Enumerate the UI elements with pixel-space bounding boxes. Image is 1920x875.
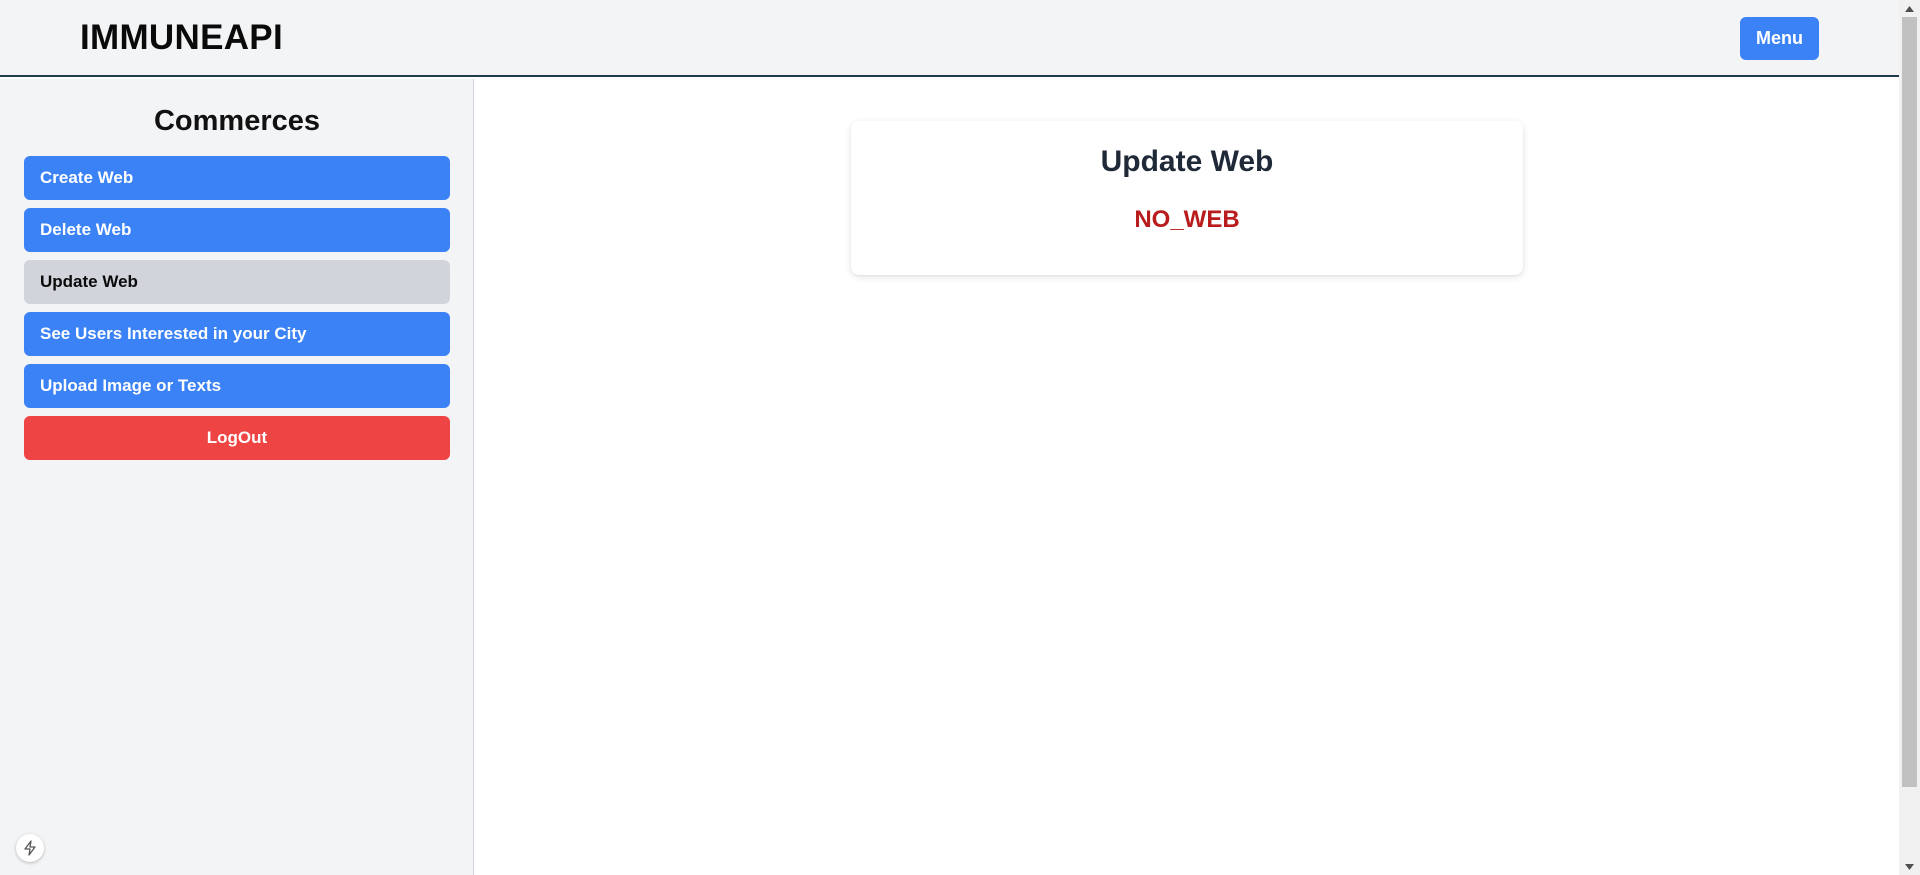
page: IMMUNEAPI Menu Commerces Create Web Dele…	[0, 0, 1920, 875]
vertical-scrollbar[interactable]	[1899, 0, 1920, 875]
delete-web-button[interactable]: Delete Web	[24, 208, 450, 252]
sidebar: Commerces Create Web Delete Web Update W…	[0, 79, 474, 875]
top-navbar: IMMUNEAPI Menu	[0, 0, 1899, 77]
logout-button[interactable]: LogOut	[24, 416, 450, 460]
update-web-card: Update Web NO_WEB	[851, 121, 1523, 275]
update-web-button[interactable]: Update Web	[24, 260, 450, 304]
see-users-interested-button[interactable]: See Users Interested in your City	[24, 312, 450, 356]
error-message: NO_WEB	[1134, 206, 1240, 233]
brand-logo[interactable]: IMMUNEAPI	[80, 18, 283, 58]
sidebar-nav: Create Web Delete Web Update Web See Use…	[24, 156, 450, 468]
create-web-button[interactable]: Create Web	[24, 156, 450, 200]
card-title: Update Web	[1100, 145, 1274, 178]
sidebar-title: Commerces	[153, 105, 321, 137]
scrollbar-thumb[interactable]	[1902, 17, 1917, 787]
lightning-icon[interactable]	[16, 834, 44, 862]
upload-image-or-texts-button[interactable]: Upload Image or Texts	[24, 364, 450, 408]
chevron-down-icon[interactable]	[1899, 858, 1920, 875]
chevron-up-icon[interactable]	[1899, 0, 1920, 17]
menu-button[interactable]: Menu	[1740, 17, 1819, 60]
